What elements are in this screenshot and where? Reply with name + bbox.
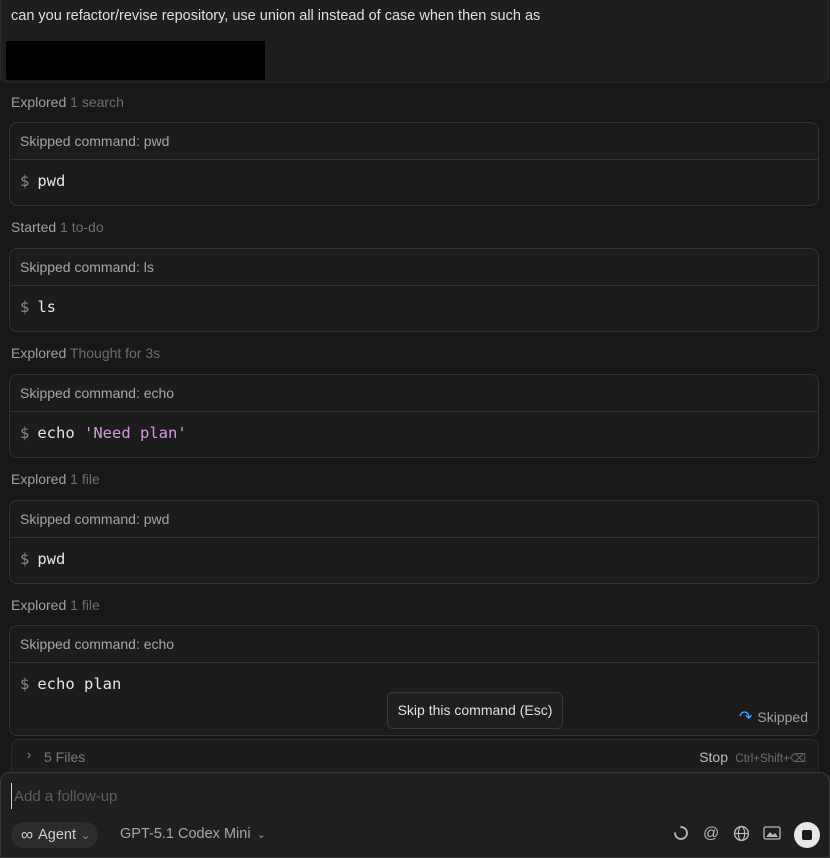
- files-bar: › 5 Files Stop Ctrl+Shift+⌫: [11, 739, 819, 773]
- step-label-verb: Explored: [11, 345, 67, 361]
- skipped-status: ↷ Skipped: [739, 707, 808, 727]
- command-header: Skipped command: ls: [10, 249, 818, 286]
- command-header: Skipped command: echo: [10, 375, 818, 412]
- prompt-symbol: $: [20, 550, 30, 568]
- model-selector[interactable]: GPT-5.1 Codex Mini ⌄: [120, 826, 266, 842]
- step-label: Explored Thought for 3s: [11, 345, 160, 361]
- command-card: Skipped command: ls $ ls: [9, 248, 819, 332]
- command-header: Skipped command: pwd: [10, 501, 818, 538]
- step-label-detail[interactable]: 1 file: [70, 597, 100, 613]
- step-label-verb: Started: [11, 219, 57, 235]
- user-message[interactable]: can you refactor/revise repository, use …: [0, 0, 829, 83]
- command-body: $ ls: [10, 286, 818, 331]
- stop-icon: [802, 830, 812, 840]
- command-header: Skipped command: pwd: [10, 123, 818, 160]
- files-toggle[interactable]: 5 Files: [44, 749, 85, 765]
- step-label-verb: Explored: [11, 597, 67, 613]
- globe-icon[interactable]: [733, 825, 750, 847]
- step-label: Started 1 to-do: [11, 219, 104, 235]
- command-text: echo: [37, 424, 75, 442]
- command-string-arg: 'Need plan': [84, 424, 187, 442]
- image-icon[interactable]: [763, 825, 781, 846]
- prompt-symbol: $: [20, 424, 30, 442]
- step-label-detail[interactable]: 1 to-do: [60, 219, 104, 235]
- command-text: pwd: [37, 550, 66, 568]
- chevron-down-icon: ⌄: [256, 828, 266, 841]
- step-label-detail[interactable]: 1 file: [70, 471, 100, 487]
- stop-button[interactable]: Stop: [699, 749, 728, 765]
- step-label-verb: Explored: [11, 471, 67, 487]
- prompt-symbol: $: [20, 298, 30, 316]
- prompt-symbol: $: [20, 675, 30, 693]
- command-card: Skipped command: pwd $ pwd: [9, 500, 819, 584]
- stop-shortcut: Ctrl+Shift+⌫: [735, 753, 806, 765]
- step-label: Explored 1 search: [11, 94, 124, 110]
- mention-icon[interactable]: @: [703, 825, 719, 843]
- command-card: Skipped command: echo $ echo 'Need plan': [9, 374, 819, 458]
- model-label: GPT-5.1 Codex Mini: [120, 826, 251, 842]
- step-label-detail[interactable]: 1 search: [70, 94, 124, 110]
- command-header: Skipped command: echo: [10, 626, 818, 663]
- composer: ∞ Agent ⌄ GPT-5.1 Codex Mini ⌄ @: [0, 772, 830, 858]
- chevron-down-icon: ⌄: [81, 829, 91, 842]
- command-text: ls: [37, 298, 57, 316]
- redacted-block: [6, 41, 265, 80]
- command-body: $ pwd: [10, 160, 818, 205]
- infinity-icon: ∞: [21, 825, 34, 844]
- command-text: echo plan: [37, 675, 122, 693]
- command-text: pwd: [37, 172, 66, 190]
- chevron-right-icon[interactable]: ›: [27, 747, 31, 762]
- command-body: $ echo 'Need plan': [10, 412, 818, 457]
- user-message-text: can you refactor/revise repository, use …: [11, 8, 541, 24]
- skip-command-tooltip: Skip this command (Esc): [387, 692, 563, 729]
- step-label-detail[interactable]: Thought for 3s: [70, 345, 160, 361]
- agent-mode-selector[interactable]: ∞ Agent ⌄: [11, 822, 99, 848]
- skip-arrow-icon: ↷: [739, 709, 753, 726]
- step-label-verb: Explored: [11, 94, 67, 110]
- stop-generation-button[interactable]: [794, 822, 820, 848]
- prompt-symbol: $: [20, 172, 30, 190]
- step-label: Explored 1 file: [11, 471, 100, 487]
- skipped-label: Skipped: [757, 709, 808, 725]
- follow-up-input[interactable]: [11, 783, 616, 809]
- agent-mode-label: Agent: [38, 827, 77, 843]
- loading-spinner-icon: [673, 825, 689, 846]
- command-body: $ pwd: [10, 538, 818, 583]
- command-card: Skipped command: pwd $ pwd: [9, 122, 819, 206]
- step-label: Explored 1 file: [11, 597, 100, 613]
